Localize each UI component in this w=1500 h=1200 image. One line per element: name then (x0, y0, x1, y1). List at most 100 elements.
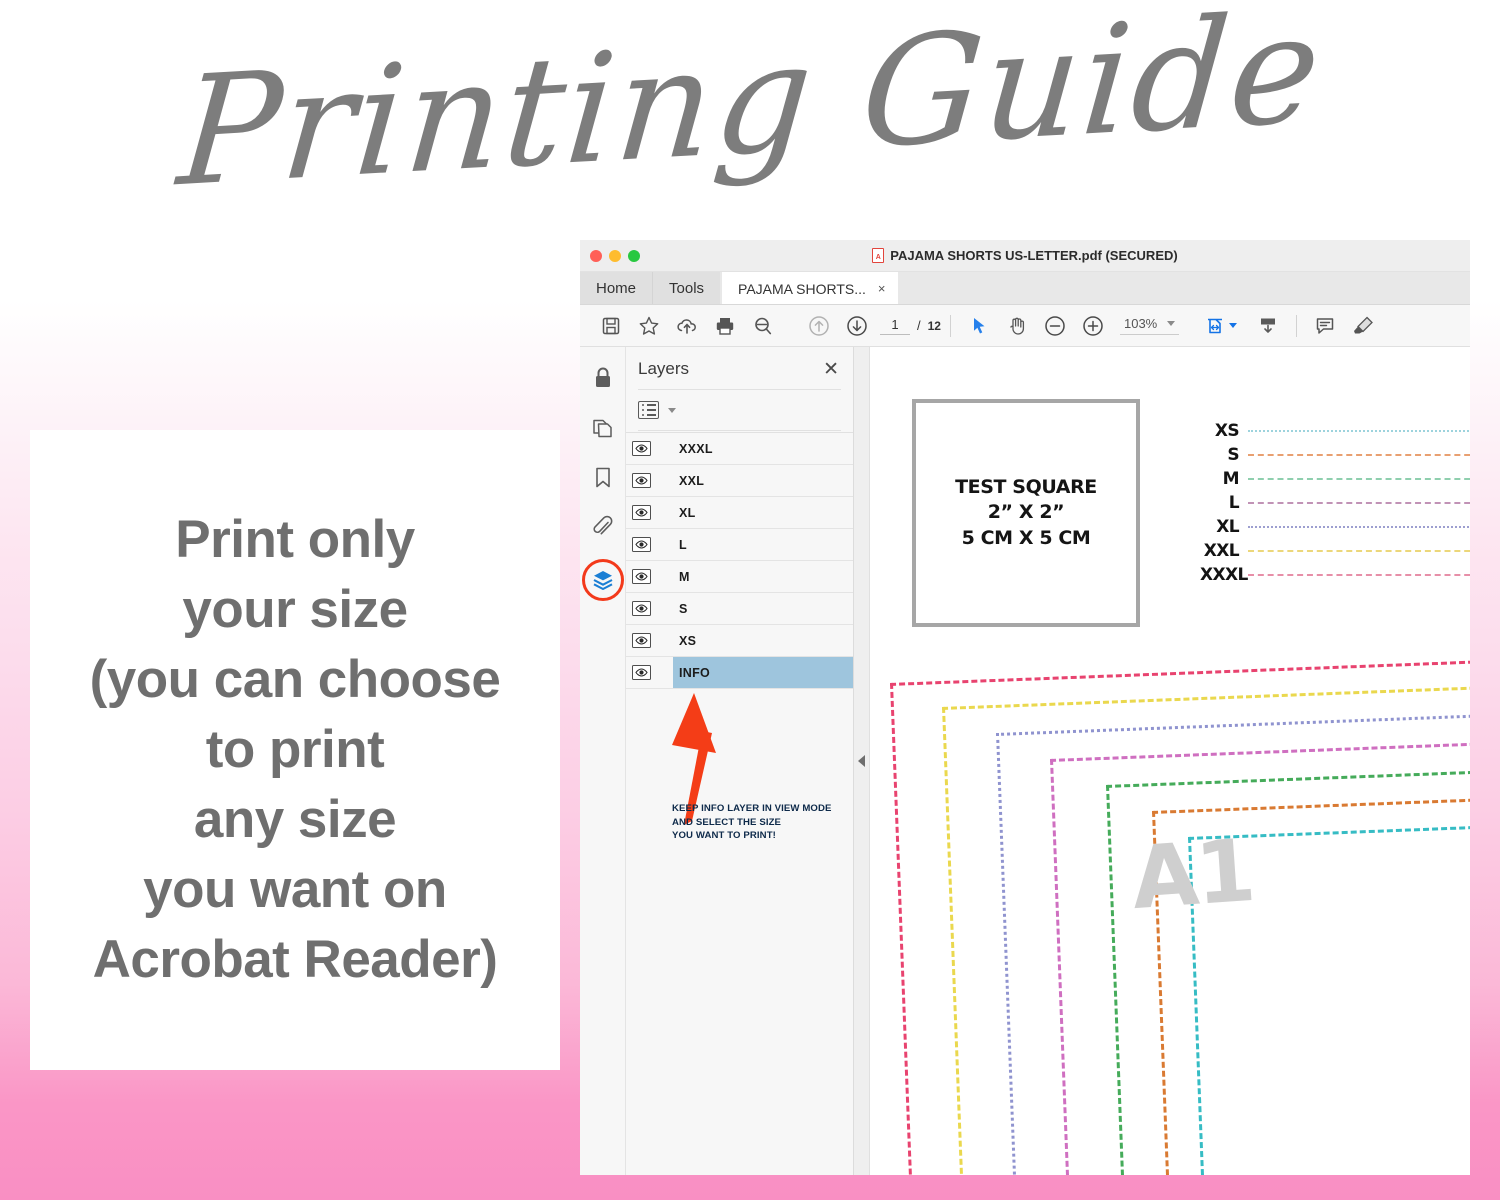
info-card: Print onlyyour size(you can chooseto pri… (30, 430, 560, 1070)
comment-icon[interactable] (1306, 307, 1344, 345)
page-navigation: / 12 (880, 317, 941, 335)
info-card-line: Acrobat Reader) (90, 925, 501, 995)
page-title: Printing Guide (171, 0, 1328, 228)
test-square-line: 5 CM X 5 CM (955, 526, 1097, 551)
bookmarks-icon[interactable] (588, 463, 618, 493)
page-number-input[interactable] (880, 317, 910, 335)
size-legend-row: XXXL (1200, 563, 1470, 587)
layer-row[interactable]: INFO (626, 657, 853, 689)
layer-name-label: L (673, 529, 853, 560)
layer-name-label: INFO (673, 657, 853, 688)
panel-collapse-handle[interactable] (854, 347, 870, 1175)
main-toolbar: / 12 103% (580, 305, 1470, 347)
fit-width-dropdown-icon[interactable] (1229, 323, 1237, 328)
size-legend-label: S (1200, 445, 1248, 465)
size-legend-line (1248, 526, 1470, 528)
info-card-line: your size (90, 575, 501, 645)
triangle-left-icon[interactable] (858, 755, 865, 767)
test-square: TEST SQUARE2” X 2”5 CM X 5 CM (912, 399, 1140, 627)
divider (638, 430, 841, 431)
layer-options-icon[interactable] (638, 401, 659, 419)
zoom-level-value: 103% (1124, 316, 1157, 331)
info-card-text: Print onlyyour size(you can chooseto pri… (84, 505, 507, 995)
layer-visibility-eye-icon[interactable] (632, 505, 651, 520)
upload-cloud-icon[interactable] (668, 307, 706, 345)
previous-page-button[interactable] (800, 307, 838, 345)
test-square-line: 2” X 2” (955, 500, 1097, 525)
layer-visibility-eye-icon[interactable] (632, 601, 651, 616)
layer-name-label: XXXL (673, 433, 853, 464)
document-view[interactable]: TEST SQUARE2” X 2”5 CM X 5 CM XS S M L X… (870, 347, 1470, 1175)
layer-row[interactable]: XXXL (626, 433, 853, 465)
close-icon[interactable]: ✕ (823, 360, 839, 379)
size-legend-row: XXL (1200, 539, 1470, 563)
layers-icon[interactable] (588, 565, 618, 595)
layer-row[interactable]: XL (626, 497, 853, 529)
layer-visibility-eye-icon[interactable] (632, 665, 651, 680)
window-titlebar: A PAJAMA SHORTS US-LETTER.pdf (SECURED) (580, 240, 1470, 272)
size-legend-label: M (1200, 469, 1248, 489)
scroll-mode-icon[interactable] (1249, 307, 1287, 345)
test-square-text: TEST SQUARE2” X 2”5 CM X 5 CM (955, 475, 1097, 551)
select-cursor-icon[interactable] (960, 307, 998, 345)
toolbar-divider-2 (1296, 315, 1297, 337)
menu-home[interactable]: Home (580, 272, 652, 304)
tab-strip: Home Tools PAJAMA SHORTS... × (580, 272, 1470, 305)
info-card-line: to print (90, 715, 501, 785)
layers-panel: Layers ✕ XXXL XXL XL L (626, 347, 854, 1175)
security-lock-icon[interactable] (588, 363, 618, 393)
size-legend-row: XS (1200, 419, 1470, 443)
layer-name-label: XL (673, 497, 853, 528)
layer-visibility-eye-icon[interactable] (632, 633, 651, 648)
page-title-banner: Printing Guide (0, 8, 1500, 196)
annotation-note: KEEP INFO LAYER IN VIEW MODEAND SELECT T… (672, 802, 852, 843)
zoom-out-icon[interactable] (1036, 307, 1074, 345)
search-icon[interactable] (744, 307, 782, 345)
size-legend-line (1248, 430, 1470, 432)
close-tab-icon[interactable]: × (878, 281, 886, 296)
layer-visibility-eye-icon[interactable] (632, 441, 651, 456)
navigation-rail (580, 347, 626, 1175)
layer-name-label: XS (673, 625, 853, 656)
layers-icon-highlight-ring (582, 559, 624, 601)
chevron-down-icon[interactable] (1167, 321, 1175, 326)
layers-options-row (626, 390, 853, 430)
size-legend-label: XXXL (1200, 565, 1248, 585)
pattern-watermark: A1 (1129, 821, 1256, 929)
highlighter-icon[interactable] (1344, 307, 1382, 345)
zoom-in-icon[interactable] (1074, 307, 1112, 345)
info-card-line: you want on (90, 855, 501, 925)
document-tab[interactable]: PAJAMA SHORTS... × (722, 272, 897, 304)
save-icon[interactable] (592, 307, 630, 345)
page-thumbnails-icon[interactable] (588, 413, 618, 443)
chevron-down-icon[interactable] (668, 408, 676, 413)
layer-row[interactable]: S (626, 593, 853, 625)
print-icon[interactable] (706, 307, 744, 345)
size-legend-row: M (1200, 467, 1470, 491)
layer-visibility-eye-icon[interactable] (632, 569, 651, 584)
layer-row[interactable]: XS (626, 625, 853, 657)
pattern-preview: A1 (870, 677, 1470, 1175)
pdf-file-icon: A (872, 248, 884, 263)
next-page-button[interactable] (838, 307, 876, 345)
size-legend-label: XL (1200, 517, 1248, 537)
menu-tools[interactable]: Tools (652, 272, 720, 304)
page-separator: / (917, 318, 921, 333)
star-icon[interactable] (630, 307, 668, 345)
size-legend-row: S (1200, 443, 1470, 467)
layer-name-label: S (673, 593, 853, 624)
attachments-icon[interactable] (588, 513, 618, 543)
zoom-level-control[interactable]: 103% (1120, 316, 1179, 335)
layer-row[interactable]: L (626, 529, 853, 561)
size-legend-line (1248, 454, 1470, 456)
annotation-line: YOU WANT TO PRINT! (672, 829, 852, 843)
annotation-line: KEEP INFO LAYER IN VIEW MODE (672, 802, 852, 816)
layer-row[interactable]: XXL (626, 465, 853, 497)
layer-visibility-eye-icon[interactable] (632, 537, 651, 552)
layers-panel-header: Layers ✕ (626, 347, 853, 389)
layer-row[interactable]: M (626, 561, 853, 593)
layer-visibility-eye-icon[interactable] (632, 473, 651, 488)
window-title-group: A PAJAMA SHORTS US-LETTER.pdf (SECURED) (580, 248, 1470, 263)
hand-tool-icon[interactable] (998, 307, 1036, 345)
window-title-text: PAJAMA SHORTS US-LETTER.pdf (SECURED) (890, 248, 1177, 263)
